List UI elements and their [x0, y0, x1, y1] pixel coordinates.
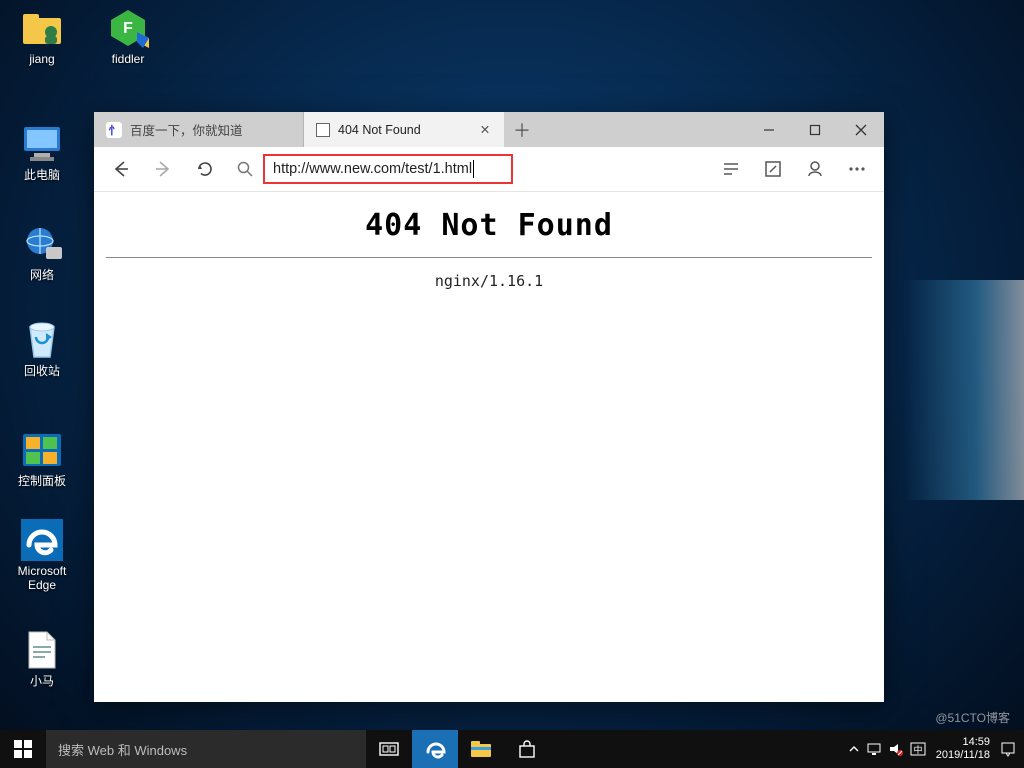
- fiddler-icon: F: [106, 8, 150, 48]
- window-controls: [746, 112, 884, 147]
- page-content: 404 Not Found nginx/1.16.1: [94, 192, 884, 702]
- tray-chevron-up-icon[interactable]: [848, 743, 860, 755]
- watermark-text: @51CTO博客: [935, 709, 1010, 726]
- desktop-icon-user-folder[interactable]: jiang: [6, 8, 78, 66]
- taskbar: 搜索 Web 和 Windows 中 14:59 2019/11/18: [0, 730, 1024, 768]
- edge-icon: [20, 520, 64, 560]
- taskbar-search-placeholder: 搜索 Web 和 Windows: [58, 740, 187, 759]
- tray-ime-icon[interactable]: 中: [910, 742, 926, 756]
- notes-button[interactable]: [752, 147, 794, 191]
- maximize-button[interactable]: [792, 112, 838, 147]
- store-icon: [517, 739, 537, 759]
- edge-icon: [424, 738, 446, 760]
- close-window-button[interactable]: [838, 112, 884, 147]
- desktop-icon-label: jiang: [6, 52, 78, 66]
- task-view-icon: [379, 741, 399, 757]
- desktop-icon-label: 回收站: [6, 364, 78, 378]
- desktop-icon-label: fiddler: [92, 52, 164, 66]
- tab-close-button[interactable]: ✕: [478, 122, 492, 137]
- taskbar-edge[interactable]: [412, 730, 458, 768]
- network-icon: [20, 224, 64, 264]
- hub-button[interactable]: [794, 147, 836, 191]
- tab-strip: 忄 百度一下，你就知道 404 Not Found ✕ ＋: [94, 112, 884, 147]
- desktop-icon-label: 网络: [6, 268, 78, 282]
- address-bar-container: http://www.new.com/test/1.html: [226, 153, 710, 185]
- windows-logo-icon: [14, 740, 32, 758]
- desktop-icon-control-panel[interactable]: 控制面板: [6, 430, 78, 488]
- page-favicon-icon: [316, 123, 330, 137]
- edge-browser-window: 忄 百度一下，你就知道 404 Not Found ✕ ＋ http://www…: [94, 112, 884, 702]
- wallpaper-light: [904, 280, 1024, 500]
- clock-date: 2019/11/18: [936, 749, 990, 762]
- taskbar-store[interactable]: [504, 730, 550, 768]
- address-bar[interactable]: http://www.new.com/test/1.html: [263, 154, 513, 184]
- taskbar-file-explorer[interactable]: [458, 730, 504, 768]
- svg-text:F: F: [123, 20, 133, 37]
- svg-text:中: 中: [913, 744, 922, 755]
- desktop-icon-recycle-bin[interactable]: 回收站: [6, 320, 78, 378]
- desktop-icon-fiddler[interactable]: F fiddler: [92, 8, 164, 66]
- tray-volume-icon[interactable]: [888, 742, 904, 756]
- desktop-icon-label: Microsoft Edge: [6, 564, 78, 593]
- address-url-text: http://www.new.com/test/1.html: [273, 161, 472, 177]
- desktop-icon-text-file[interactable]: 小马: [6, 630, 78, 688]
- task-view-button[interactable]: [366, 730, 412, 768]
- tab-404[interactable]: 404 Not Found ✕: [304, 112, 504, 147]
- tray-notifications-icon[interactable]: [1000, 741, 1016, 757]
- system-tray: 中 14:59 2019/11/18: [840, 730, 1024, 768]
- tab-baidu[interactable]: 忄 百度一下，你就知道: [94, 112, 304, 147]
- text-file-icon: [20, 630, 64, 670]
- more-button[interactable]: [836, 147, 878, 191]
- taskbar-clock[interactable]: 14:59 2019/11/18: [932, 736, 994, 762]
- refresh-button[interactable]: [184, 147, 226, 191]
- start-button[interactable]: [0, 730, 46, 768]
- folder-icon: [470, 740, 492, 758]
- baidu-favicon-icon: 忄: [106, 122, 122, 138]
- tab-title: 百度一下，你就知道: [130, 120, 291, 139]
- desktop-icon-network[interactable]: 网络: [6, 224, 78, 282]
- forward-button[interactable]: [142, 147, 184, 191]
- divider: [106, 257, 872, 258]
- browser-toolbar: http://www.new.com/test/1.html: [94, 147, 884, 192]
- tab-title: 404 Not Found: [338, 123, 470, 137]
- page-heading: 404 Not Found: [106, 208, 872, 243]
- new-tab-button[interactable]: ＋: [504, 112, 540, 147]
- folder-user-icon: [20, 8, 64, 48]
- text-cursor: [473, 160, 474, 178]
- back-button[interactable]: [100, 147, 142, 191]
- server-line: nginx/1.16.1: [106, 272, 872, 290]
- reading-view-button[interactable]: [710, 147, 752, 191]
- desktop-icon-label: 小马: [6, 674, 78, 688]
- minimize-button[interactable]: [746, 112, 792, 147]
- clock-time: 14:59: [936, 736, 990, 749]
- control-panel-icon: [20, 430, 64, 470]
- search-icon[interactable]: [227, 160, 263, 178]
- recycle-bin-icon: [20, 320, 64, 360]
- tray-network-icon[interactable]: [866, 742, 882, 756]
- desktop-icon-edge[interactable]: Microsoft Edge: [6, 520, 78, 593]
- desktop-icon-label: 控制面板: [6, 474, 78, 488]
- computer-icon: [20, 124, 64, 164]
- desktop-icon-this-pc[interactable]: 此电脑: [6, 124, 78, 182]
- taskbar-search[interactable]: 搜索 Web 和 Windows: [46, 730, 366, 768]
- desktop-icon-label: 此电脑: [6, 168, 78, 182]
